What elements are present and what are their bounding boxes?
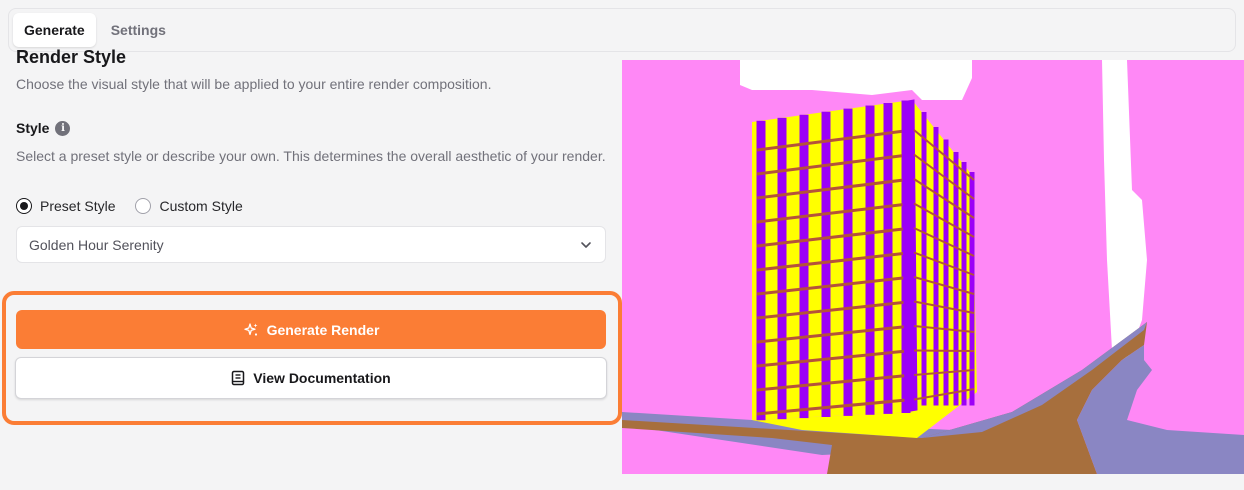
section-title: Render Style (16, 47, 127, 67)
preset-style-option[interactable]: Preset Style (16, 198, 115, 214)
custom-style-label: Custom Style (159, 198, 243, 214)
preview-mullion (843, 108, 853, 416)
preview-side-mullion (921, 112, 927, 406)
render-preview-image (622, 60, 1244, 474)
custom-style-option[interactable]: Custom Style (135, 198, 243, 214)
preview-side-mullion (953, 152, 959, 406)
style-mode-radio-group: Preset Style Custom Style (16, 198, 243, 214)
style-field-label: Style i (16, 120, 71, 136)
preview-mullion (865, 105, 875, 415)
preset-style-label: Preset Style (40, 198, 116, 214)
render-style-panel (0, 60, 622, 490)
section-subtitle: Choose the visual style that will be app… (16, 76, 492, 92)
view-documentation-label: View Documentation (253, 370, 391, 386)
preset-style-value: Golden Hour Serenity (29, 236, 164, 253)
tab-generate[interactable]: Generate (13, 13, 96, 47)
segmentation-preview (622, 60, 1244, 474)
sparkles-icon (243, 322, 258, 336)
style-label-text: Style (16, 120, 50, 136)
preview-corner-pillar (901, 99, 918, 413)
chevron-down-icon (581, 241, 591, 248)
preview-side-mullion (961, 162, 967, 406)
generate-render-label: Generate Render (266, 321, 380, 338)
info-icon[interactable]: i (55, 120, 71, 136)
tab-bar: Generate Settings (8, 8, 1236, 52)
preset-style-radio[interactable] (16, 198, 32, 214)
preset-style-select[interactable]: Golden Hour Serenity (16, 226, 606, 263)
generate-render-button[interactable]: Generate Render (16, 310, 606, 349)
tab-settings[interactable]: Settings (100, 13, 177, 47)
preview-side-floor-line (913, 349, 975, 352)
view-documentation-button[interactable]: View Documentation (15, 357, 607, 399)
book-icon (232, 370, 245, 386)
preview-mullion (821, 111, 831, 417)
style-help-text: Select a preset style or describe your o… (16, 148, 606, 164)
preview-mullion (883, 103, 893, 414)
custom-style-radio[interactable] (135, 198, 152, 214)
